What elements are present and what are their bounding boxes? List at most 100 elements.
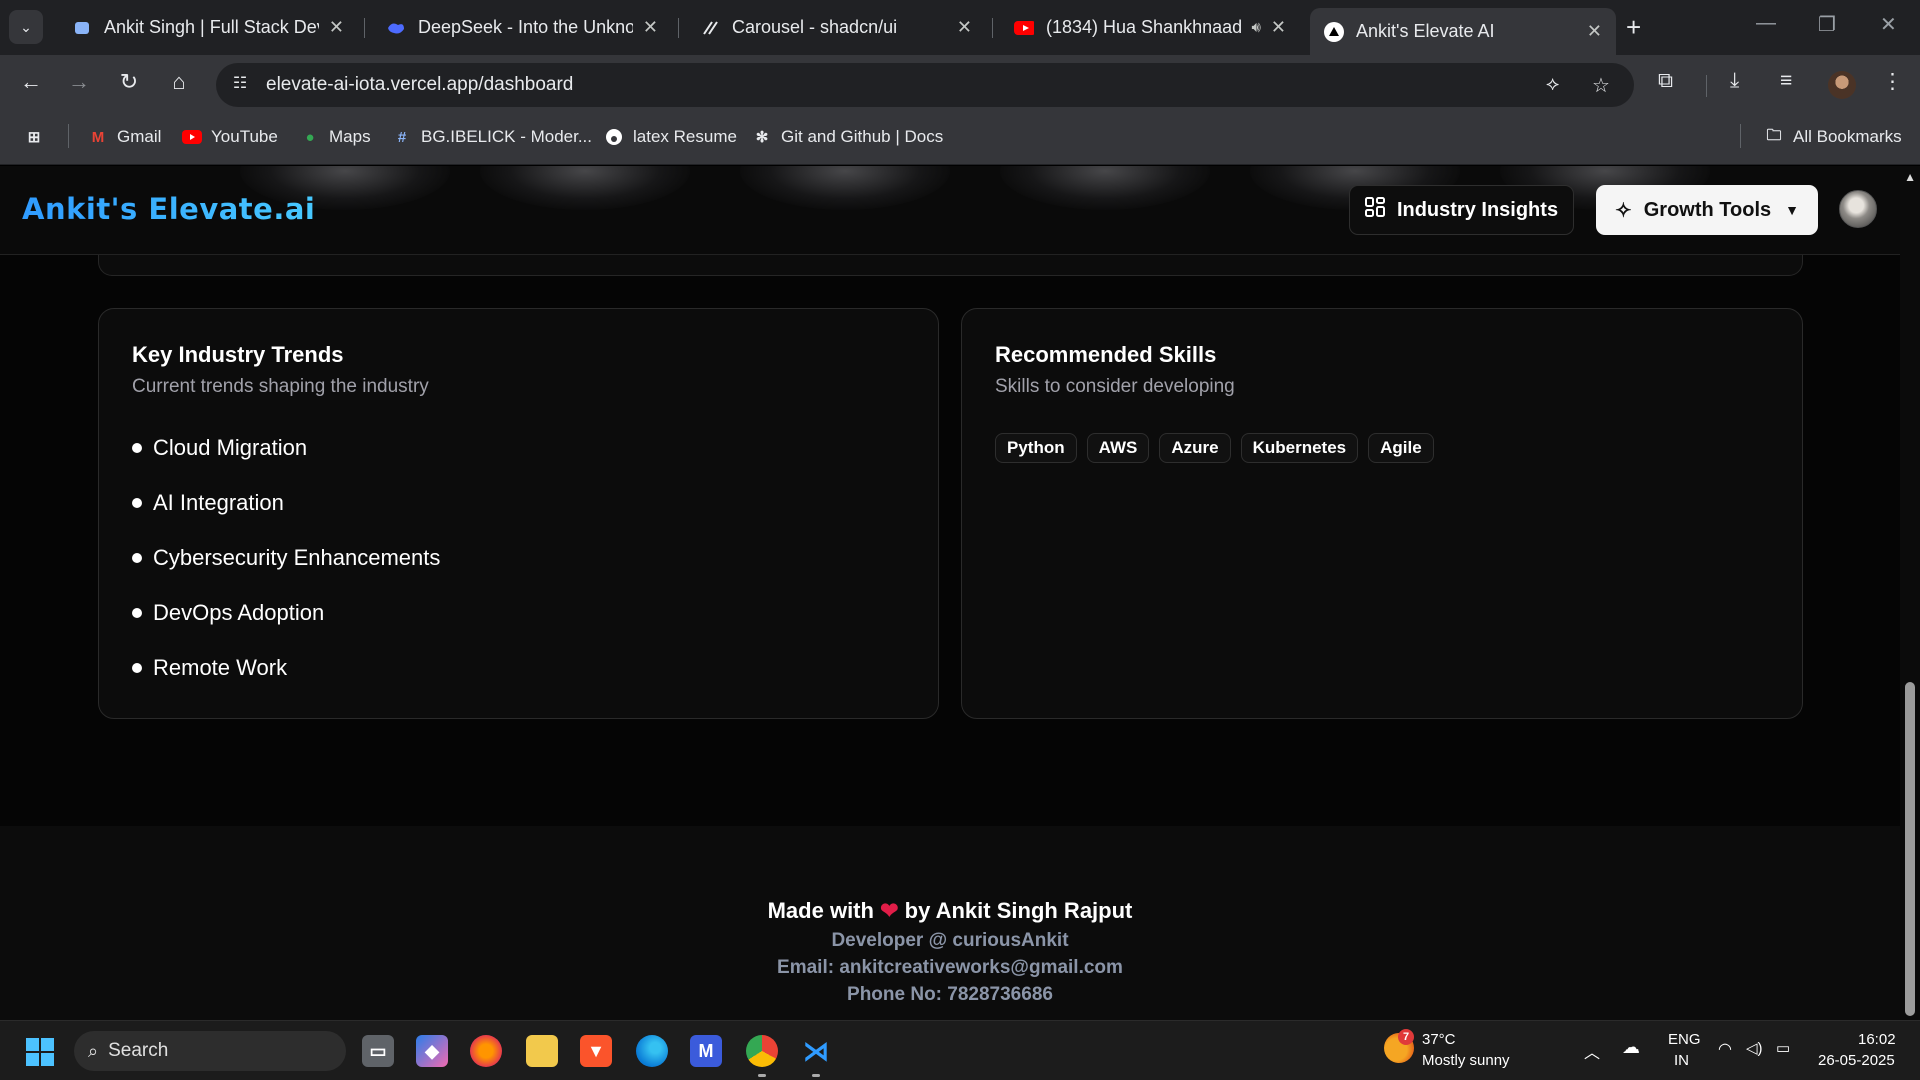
back-arrow-icon[interactable]: ← (16, 69, 46, 95)
deepseek-favicon-icon (386, 18, 406, 38)
list-item: Remote Work (132, 655, 287, 681)
growth-tools-button[interactable]: ✧ Growth Tools ▼ (1596, 185, 1818, 235)
all-bookmarks[interactable]: 🗀︎ All Bookmarks (1764, 126, 1902, 147)
email-line[interactable]: Email: ankitcreativeworks@gmail.com (0, 957, 1900, 979)
tab-shadcn[interactable]: Carousel - shadcn/ui ✕ (686, 8, 986, 47)
close-tab-icon[interactable]: ✕ (957, 17, 972, 38)
bookmark-gmail[interactable]: M Gmail (88, 127, 162, 147)
shadcn-favicon-icon (700, 18, 720, 38)
bullet-icon (132, 443, 142, 453)
vercel-favicon-icon (1324, 21, 1344, 42)
browser-profile-avatar[interactable] (1828, 71, 1856, 99)
edge-icon[interactable] (636, 1035, 668, 1067)
close-tab-icon[interactable]: ✕ (1271, 17, 1286, 38)
page-scrollbar[interactable]: ▲ (1900, 166, 1920, 1020)
hash-icon: # (397, 128, 407, 146)
vscode-icon[interactable]: ⋊ (800, 1035, 832, 1067)
bookmark-maps[interactable]: ● Maps (300, 127, 370, 147)
menu-kebab-icon[interactable]: ⋮ (1882, 69, 1903, 94)
tab-youtube[interactable]: (1834) Hua Shankhnaad ( 🔊︎ ✕ (1000, 8, 1300, 47)
volume-icon[interactable]: ◁) (1746, 1039, 1763, 1057)
star-icon[interactable]: ☆ (1592, 73, 1610, 98)
forward-arrow-icon[interactable]: → (64, 69, 94, 95)
bookmark-bg-ibelick[interactable]: # BG.IBELICK - Moder... (392, 127, 592, 147)
chevron-down-icon: ⌄ (20, 18, 32, 35)
weather-temp[interactable]: 37°C (1422, 1031, 1456, 1048)
apps-grid-icon[interactable]: ⊞ (24, 127, 53, 147)
download-icon[interactable]: ⤓ (1730, 69, 1739, 93)
overleaf-icon (604, 127, 624, 147)
tab-deepseek[interactable]: DeepSeek - Into the Unknown ✕ (372, 8, 672, 47)
reload-icon[interactable]: ↻ (114, 69, 144, 95)
industry-insights-button[interactable]: Industry Insights (1349, 185, 1574, 235)
home-icon[interactable]: ⌂ (164, 69, 194, 95)
tab-portfolio[interactable]: Ankit Singh | Full Stack Develo ✕ (58, 8, 358, 47)
clock-date[interactable]: 26-05-2025 (1818, 1052, 1895, 1069)
site-info-icon[interactable]: ☷ (228, 73, 252, 97)
media-control-icon[interactable]: ≡ (1780, 69, 1792, 93)
all-bookmarks-label: All Bookmarks (1793, 127, 1902, 146)
trend-label: Remote Work (153, 655, 288, 680)
taskbar-search-label: Search (108, 1040, 169, 1061)
weather-badge: 7 (1398, 1029, 1414, 1045)
speaker-icon[interactable]: 🔊︎ (1251, 19, 1260, 36)
made-with-author: by Ankit Singh Rajput (904, 898, 1133, 923)
scroll-up-arrow-icon[interactable]: ▲ (1904, 170, 1916, 184)
phone-line: Phone No: 7828736686 (847, 984, 1053, 1005)
bookmark-label: YouTube (211, 127, 278, 146)
copilot-icon[interactable]: ◆ (416, 1035, 448, 1067)
minimize-icon[interactable]: — (1756, 12, 1776, 35)
folder-icon: 🗀︎ (1766, 126, 1782, 144)
translate-icon[interactable]: ⟡ (1546, 73, 1559, 96)
task-view-icon[interactable]: ▭ (362, 1035, 394, 1067)
close-tab-icon[interactable]: ✕ (1587, 21, 1602, 42)
scrollbar-thumb[interactable] (1905, 682, 1915, 1016)
portfolio-favicon-icon (72, 18, 92, 38)
bookmark-latex-resume[interactable]: latex Resume (604, 127, 737, 147)
cloud-icon[interactable]: ☁ (1622, 1037, 1640, 1058)
made-with-line: Made with ❤ by Ankit Singh Rajput (0, 898, 1900, 924)
grid-icon: ⊞ (27, 129, 41, 146)
bookmark-git-github[interactable]: ✻ Git and Github | Docs (752, 127, 944, 147)
address-bar[interactable]: ☷ elevate-ai-iota.vercel.app/dashboard ⟡… (216, 63, 1634, 107)
bullet-icon (132, 553, 142, 563)
user-avatar[interactable] (1839, 190, 1877, 228)
clock-time[interactable]: 16:02 (1858, 1031, 1896, 1048)
close-window-icon[interactable]: ✕ (1880, 12, 1897, 37)
card-subtitle: Skills to consider developing (995, 376, 1235, 397)
chevron-up-icon[interactable]: ︿ (1584, 1039, 1600, 1063)
site-logo[interactable]: Ankit's Elevate.ai (22, 192, 315, 226)
taskbar-search[interactable]: ⌕ Search (74, 1031, 346, 1071)
language-bottom[interactable]: IN (1674, 1052, 1689, 1069)
skill-badge: Azure (1159, 433, 1231, 463)
bookmark-youtube[interactable]: YouTube (182, 127, 278, 147)
card-title: Recommended Skills (995, 342, 1217, 367)
close-tab-icon[interactable]: ✕ (329, 17, 344, 38)
url-text[interactable]: elevate-ai-iota.vercel.app/dashboard (266, 74, 573, 96)
card-subtitle: Current trends shaping the industry (132, 376, 429, 397)
maps-icon: ● (305, 128, 315, 146)
chrome-icon[interactable] (746, 1035, 778, 1067)
battery-icon[interactable]: ▭ (1776, 1039, 1790, 1057)
file-explorer-icon[interactable] (526, 1035, 558, 1067)
windows-start-icon[interactable] (26, 1038, 54, 1066)
weather-desc[interactable]: Mostly sunny (1422, 1052, 1510, 1069)
running-indicator (758, 1074, 766, 1077)
firefox-icon[interactable] (470, 1035, 502, 1067)
tab-search-button[interactable]: ⌄ (9, 10, 43, 44)
close-tab-icon[interactable]: ✕ (643, 17, 658, 38)
header-glow (1000, 166, 1210, 210)
vs-studio-icon[interactable]: M (690, 1035, 722, 1067)
page-viewport: Ankit's Elevate.ai Industry Insights ✧ G… (0, 166, 1920, 1020)
language-top[interactable]: ENG (1668, 1031, 1701, 1048)
extensions-icon[interactable]: ⧉ (1658, 69, 1673, 93)
tab-elevate-ai[interactable]: Ankit's Elevate AI ✕ (1310, 8, 1616, 55)
restore-icon[interactable]: ❐ (1818, 12, 1836, 37)
brave-icon[interactable]: ▼ (580, 1035, 612, 1067)
bullet-icon (132, 608, 142, 618)
bullet-icon (132, 663, 142, 673)
new-tab-button[interactable]: + (1626, 12, 1641, 43)
wifi-icon[interactable]: ◠ (1718, 1039, 1732, 1059)
made-with-prefix: Made with (767, 898, 874, 923)
site-header: Ankit's Elevate.ai Industry Insights ✧ G… (0, 166, 1900, 255)
